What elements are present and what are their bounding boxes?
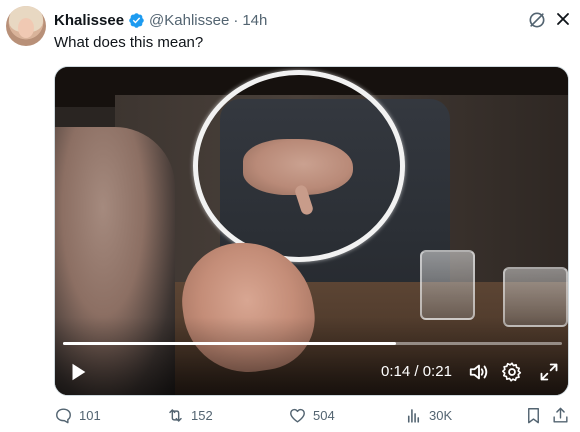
tweet-actions: 101 152 504 30K (0, 406, 580, 430)
share-button[interactable] (551, 406, 570, 425)
tweet-time[interactable]: 14h (242, 12, 267, 29)
time-separator: / (410, 363, 423, 380)
video-progress-fill (63, 342, 396, 345)
fullscreen-icon[interactable] (539, 362, 559, 382)
avatar[interactable] (6, 6, 46, 46)
tweet-text: What does this mean? (54, 34, 204, 51)
repost-count: 152 (191, 408, 213, 423)
avatar-face (18, 18, 34, 38)
like-count: 504 (313, 408, 335, 423)
like-button[interactable]: 504 (288, 406, 335, 425)
author-name[interactable]: Khalissee (54, 12, 124, 29)
heart-icon (290, 408, 305, 423)
close-icon[interactable] (553, 9, 573, 29)
separator-dot: · (233, 11, 239, 29)
video-scene-glass (420, 250, 475, 320)
play-icon[interactable] (67, 361, 89, 383)
grok-icon[interactable] (527, 10, 547, 30)
reply-button[interactable]: 101 (54, 406, 101, 425)
views-icon (407, 409, 420, 423)
bookmark-icon (528, 408, 539, 424)
tweet-header: Khalissee @Kahlissee · 14h (54, 9, 267, 31)
gear-icon[interactable] (501, 361, 523, 383)
reply-icon (56, 408, 71, 424)
highlight-circle (193, 70, 405, 262)
current-time: 0:14 (381, 363, 411, 380)
author-handle[interactable]: @Kahlissee (149, 12, 229, 29)
repost-icon (169, 409, 182, 422)
views-button[interactable]: 30K (404, 406, 452, 425)
bookmark-button[interactable] (524, 406, 543, 425)
video-player[interactable]: 0:14 / 0:21 (54, 66, 569, 396)
tweet[interactable]: Khalissee @Kahlissee · 14h What does thi… (0, 0, 580, 432)
repost-button[interactable]: 152 (166, 406, 213, 425)
video-timecode: 0:14 / 0:21 (381, 363, 452, 380)
volume-icon[interactable] (467, 361, 491, 383)
duration: 0:21 (422, 363, 452, 380)
controls-gradient (55, 317, 568, 395)
reply-count: 101 (79, 408, 101, 423)
verified-badge-icon (129, 12, 144, 28)
views-count: 30K (429, 408, 453, 423)
video-progress-bar[interactable] (63, 342, 562, 345)
share-icon (553, 407, 568, 423)
